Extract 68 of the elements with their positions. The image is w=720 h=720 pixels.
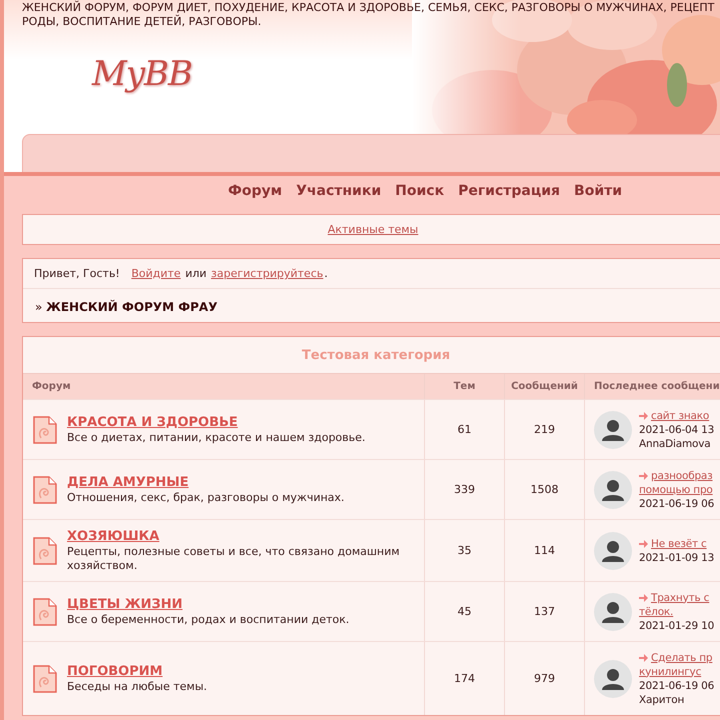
topic-count: 61: [458, 423, 472, 436]
post-count: 1508: [530, 483, 558, 496]
topic-link[interactable]: сайт знако: [651, 408, 710, 422]
welcome-text: Привет, Гость! Войдите или зарегистрируйтесь.: [23, 259, 720, 289]
category-title: Тестовая категория: [302, 348, 450, 362]
logo[interactable]: MyBB: [92, 54, 192, 94]
post-date: 2021-06-04 13: [639, 422, 714, 436]
topic-count: 45: [458, 605, 472, 618]
breadcrumb: » ЖЕНСКИЙ ФОРУМ ФРАУ: [35, 300, 218, 314]
login-link[interactable]: Войдите: [131, 267, 181, 280]
topic-count: 339: [454, 483, 475, 496]
forum-link[interactable]: КРАСОТА И ЗДОРОВЬЕ: [67, 414, 238, 430]
topic-link[interactable]: кунилингус: [639, 664, 702, 678]
nav-link[interactable]: Поиск: [395, 183, 444, 199]
column-header: Форум: [23, 374, 425, 399]
forum-description: Отношения, секс, брак, разговоры о мужчинах.: [67, 490, 344, 504]
post-count: 137: [534, 605, 555, 618]
forum-icon: [33, 598, 57, 626]
post-date: 2021-06-19 06: [639, 678, 714, 692]
nav-link[interactable]: Регистрация: [458, 183, 560, 199]
tagline-text: ЖЕНСКИЙ ФОРУМ, ФОРУМ ДИЕТ, ПОХУДЕНИЕ, КРАСОТА И ЗДОРОВЬЕ, СЕМЬЯ, СЕКС, РАЗГОВОРЫ О МУЖЧИНАХ, РЕЦЕПТ: [22, 1, 716, 14]
post-date: 2021-01-09 13: [639, 550, 714, 564]
forum-description: Беседы на любые темы.: [67, 680, 208, 694]
topic-count: 174: [454, 672, 475, 685]
forum-description: Все о диетах, питании, красоте и нашем здоровье.: [67, 430, 366, 444]
register-link[interactable]: зарегистрируйтесь: [211, 267, 324, 280]
active-topics-link[interactable]: Активные темы: [328, 223, 418, 236]
post-count: 114: [534, 544, 555, 557]
column-header: Сообщений: [505, 374, 585, 399]
avatar-icon: [594, 660, 632, 698]
post-author: Харитон: [639, 692, 686, 706]
forum-icon: [33, 664, 57, 692]
arrow-icon: [639, 472, 648, 480]
post-author: AnnaDiamova: [639, 436, 712, 450]
forum-icon: [33, 476, 57, 504]
forum-description: Рецепты, полезные советы и все, что связано домашним хозяйством.: [67, 544, 401, 572]
avatar-icon: [594, 410, 632, 448]
topic-link[interactable]: Трахнуть с: [651, 590, 710, 604]
forum-icon: [33, 536, 57, 564]
avatar-icon: [594, 592, 632, 630]
tagline-text: РОДЫ, ВОСПИТАНИЕ ДЕТЕЙ, РАЗГОВОРЫ.: [22, 15, 262, 29]
arrow-icon: [639, 654, 648, 662]
forum-link[interactable]: ХОЗЯЮШКА: [67, 528, 160, 544]
avatar-icon: [594, 532, 632, 570]
arrow-icon: [639, 594, 648, 602]
column-header: Тем: [425, 374, 505, 399]
post-date: 2021-01-29 10: [639, 618, 714, 632]
topic-link[interactable]: разнообраз: [651, 468, 713, 482]
topic-link[interactable]: Не везёт с: [651, 536, 707, 550]
nav-link[interactable]: Войти: [574, 183, 622, 199]
avatar-icon: [594, 470, 632, 508]
nav-link[interactable]: Участники: [296, 183, 382, 199]
topic-link[interactable]: Сделать пр: [651, 650, 712, 664]
topic-link[interactable]: помощью про: [639, 482, 713, 496]
column-header: Последнее сообщени: [585, 374, 720, 399]
forum-link[interactable]: ЦВЕТЫ ЖИЗНИ: [67, 596, 183, 612]
forum-description: Все о беременности, родах и воспитании деток.: [67, 612, 350, 626]
topic-count: 35: [458, 544, 472, 557]
arrow-icon: [639, 412, 648, 420]
forum-icon: [33, 416, 57, 444]
post-date: 2021-06-19 06: [639, 496, 714, 510]
forum-link[interactable]: ПОГОВОРИМ: [67, 664, 163, 678]
topic-link[interactable]: тёлок.: [639, 604, 674, 618]
post-count: 979: [534, 672, 555, 685]
arrow-icon: [639, 540, 648, 548]
forum-link[interactable]: ДЕЛА АМУРНЫЕ: [67, 474, 189, 490]
nav-link[interactable]: Форум: [228, 183, 282, 199]
post-count: 219: [534, 423, 555, 436]
